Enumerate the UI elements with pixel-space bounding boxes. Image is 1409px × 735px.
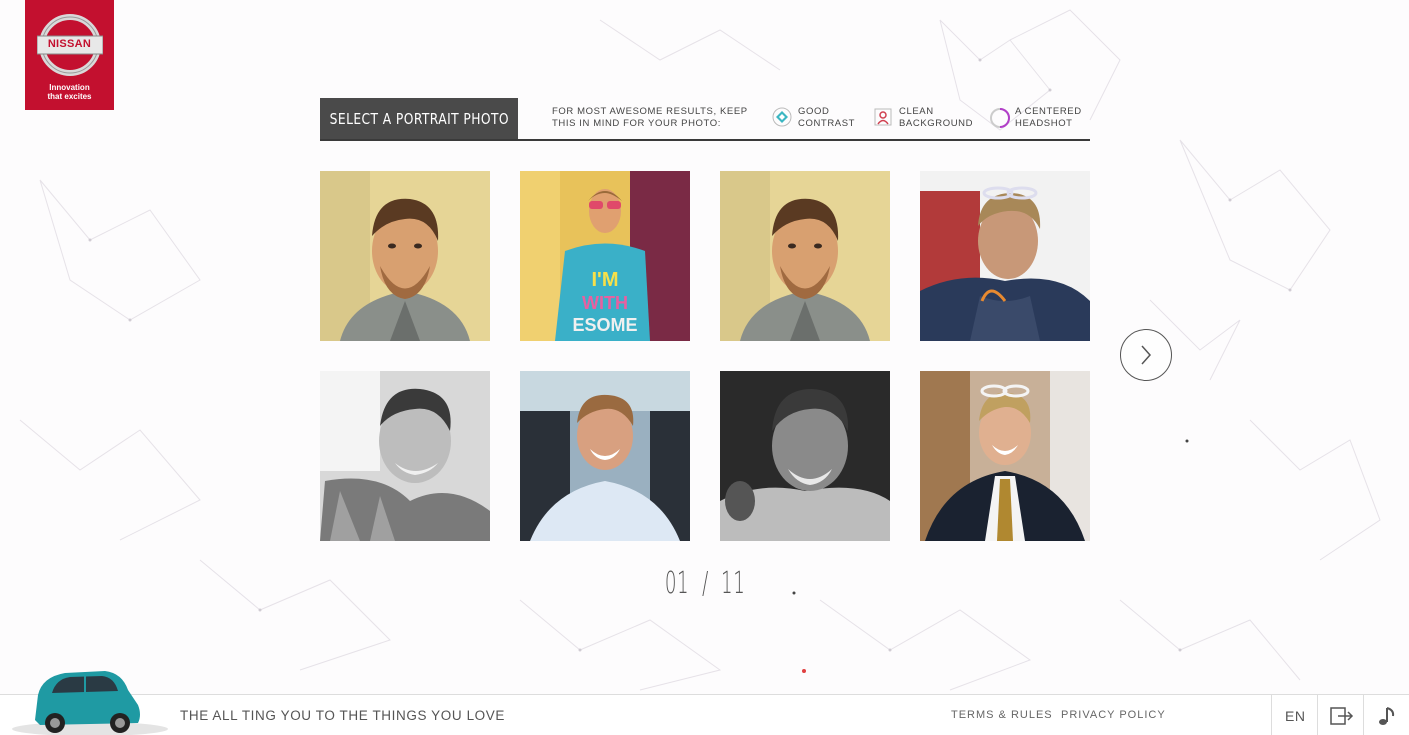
- portrait-image: [320, 371, 490, 541]
- current-page: 01: [664, 566, 689, 601]
- share-icon[interactable]: [1330, 705, 1354, 727]
- car-image: [12, 671, 168, 735]
- chevron-right-icon: [1141, 345, 1152, 365]
- tip-label: BACKGROUND: [899, 118, 974, 129]
- portrait-image: I'M WITH ESOME: [520, 171, 690, 341]
- terms-link[interactable]: TERMS & RULES: [951, 709, 1053, 721]
- photo-5[interactable]: [320, 371, 490, 541]
- photo-2[interactable]: I'M WITH ESOME: [520, 171, 690, 341]
- svg-text:I'M: I'M: [592, 269, 619, 291]
- page-indicator: 01 / 11: [600, 566, 810, 601]
- tip-label: GOOD: [798, 106, 830, 117]
- portrait-image: [920, 371, 1090, 541]
- photo-8[interactable]: [920, 371, 1090, 541]
- portrait-image: [720, 371, 890, 541]
- privacy-link[interactable]: PRIVACY POLICY: [1061, 709, 1166, 721]
- svg-text:WITH: WITH: [582, 293, 628, 313]
- portrait-image: [720, 171, 890, 341]
- portrait-image: [520, 371, 690, 541]
- footer-tagline: THE ALL TING YOU TO THE THINGS YOU LOVE: [180, 708, 505, 723]
- photo-4[interactable]: [920, 171, 1090, 341]
- footer-divider: [1271, 695, 1272, 735]
- total-pages: 11: [720, 566, 746, 601]
- tips-intro: FOR MOST AWESOME RESULTS, KEEP THIS IN M…: [552, 106, 752, 130]
- tip-label: HEADSHOT: [1015, 118, 1073, 129]
- brand-name: NISSAN: [47, 38, 92, 50]
- tip-good-contrast: GOOD CONTRAST: [772, 106, 878, 130]
- tip-clean-background: CLEAN BACKGROUND: [873, 106, 979, 130]
- footer: THE ALL TING YOU TO THE THINGS YOU LOVE …: [0, 671, 1409, 735]
- brand-tagline-line2: that excites: [47, 92, 92, 101]
- portrait-image: [320, 171, 490, 341]
- photo-3[interactable]: [720, 171, 890, 341]
- language-selector[interactable]: EN: [1285, 708, 1305, 724]
- next-page-button[interactable]: [1120, 329, 1172, 381]
- footer-divider: [1317, 695, 1318, 735]
- tip-label: A CENTERED: [1015, 106, 1082, 117]
- photo-1[interactable]: [320, 171, 490, 341]
- tips-intro-line2: THIS IN MIND FOR YOUR PHOTO:: [552, 118, 721, 129]
- music-icon[interactable]: [1374, 705, 1398, 727]
- svg-text:ESOME: ESOME: [572, 315, 637, 335]
- brand-tagline: Innovation that excites: [30, 83, 110, 101]
- page-separator: /: [701, 566, 709, 601]
- photo-grid: I'M WITH ESOME: [320, 171, 1090, 541]
- background-icon: [873, 107, 893, 127]
- nissan-emblem-icon: NISSAN: [36, 12, 103, 78]
- photo-7[interactable]: [720, 371, 890, 541]
- portrait-image: [920, 171, 1090, 341]
- headshot-icon: [989, 107, 1010, 128]
- tip-label: CLEAN: [899, 106, 934, 117]
- nissan-logo[interactable]: NISSAN Innovation that excites: [25, 0, 114, 110]
- page-title-text: SELECT A PORTRAIT PHOTO: [329, 109, 509, 128]
- footer-divider: [1363, 695, 1364, 735]
- page-title: SELECT A PORTRAIT PHOTO: [320, 98, 518, 139]
- photo-6[interactable]: [520, 371, 690, 541]
- tips-intro-line1: FOR MOST AWESOME RESULTS, KEEP: [552, 106, 748, 117]
- photo-tips-header: SELECT A PORTRAIT PHOTO FOR MOST AWESOME…: [320, 98, 1090, 141]
- brand-tagline-line1: Innovation: [49, 83, 90, 92]
- tip-centered-headshot: A CENTERED HEADSHOT: [989, 106, 1095, 130]
- tip-label: CONTRAST: [798, 118, 856, 129]
- contrast-icon: [772, 107, 792, 127]
